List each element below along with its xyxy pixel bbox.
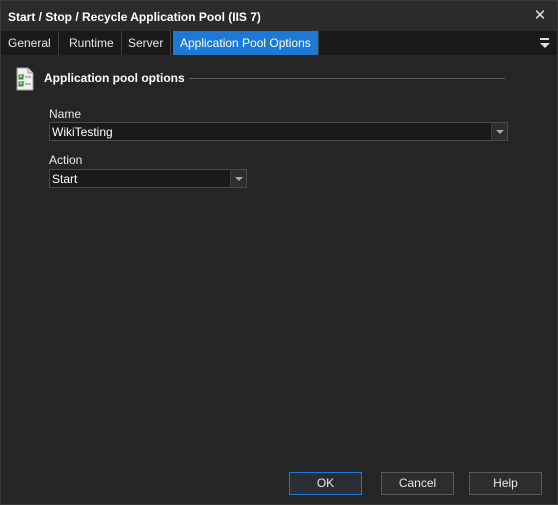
close-icon[interactable]: ✕ [531, 7, 549, 25]
name-combobox[interactable]: WikiTesting [49, 122, 508, 141]
name-label: Name [49, 107, 82, 121]
tab-server[interactable]: Server [121, 31, 172, 55]
dialog-footer: OK Cancel Help [1, 460, 557, 504]
section-divider [189, 78, 505, 79]
ok-button[interactable]: OK [289, 472, 362, 495]
section-title: Application pool options [44, 71, 185, 85]
tab-bar: General Runtime Server Application Pool … [1, 31, 557, 55]
tab-overflow-menu-icon[interactable] [539, 35, 551, 51]
tab-content-panel: Application pool options Name WikiTestin… [1, 55, 557, 460]
dialog-window: Start / Stop / Recycle Application Pool … [0, 0, 558, 505]
action-label: Action [49, 153, 83, 167]
window-title: Start / Stop / Recycle Application Pool … [8, 10, 261, 24]
action-value: Start [52, 172, 78, 186]
tab-general[interactable]: General [1, 31, 59, 55]
name-value: WikiTesting [52, 125, 113, 139]
chevron-down-icon[interactable] [491, 123, 507, 140]
checklist-document-icon [16, 67, 34, 91]
tab-runtime[interactable]: Runtime [62, 31, 122, 55]
tab-application-pool-options[interactable]: Application Pool Options [173, 31, 319, 55]
help-button[interactable]: Help [469, 472, 542, 495]
cancel-button[interactable]: Cancel [381, 472, 454, 495]
chevron-down-icon[interactable] [230, 170, 246, 187]
action-combobox[interactable]: Start [49, 169, 247, 188]
title-bar: Start / Stop / Recycle Application Pool … [1, 1, 557, 31]
